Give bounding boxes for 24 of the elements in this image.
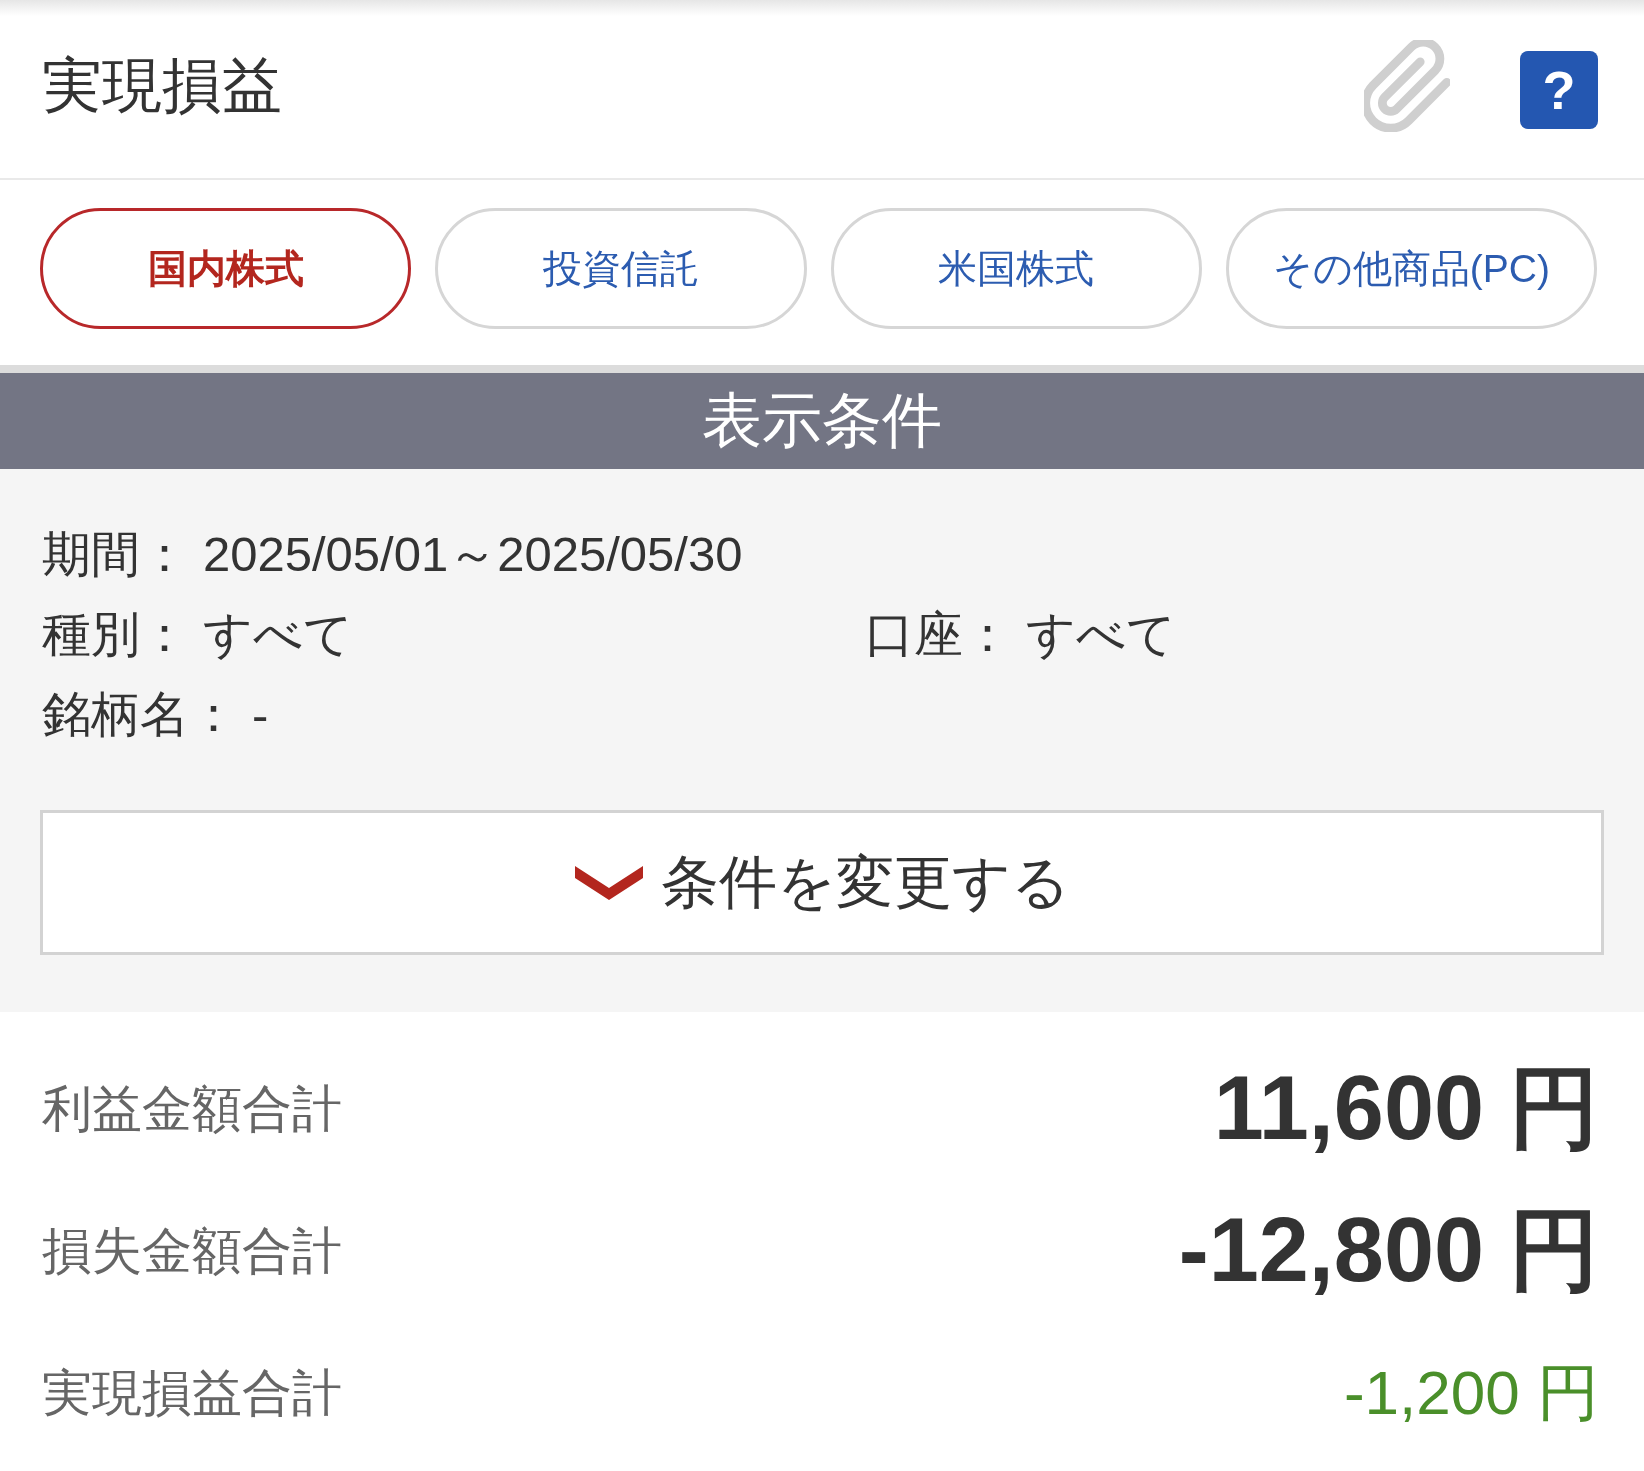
- category-tab[interactable]: 投資信託: [435, 208, 807, 329]
- condition-value: すべて: [1026, 606, 1176, 663]
- paperclip-icon[interactable]: [1364, 40, 1450, 132]
- condition-label: 口座：: [865, 606, 1012, 663]
- total-label: 実現損益合計: [42, 1363, 342, 1423]
- condition-value: すべて: [203, 606, 353, 663]
- condition-label: 銘柄名：: [42, 686, 238, 743]
- condition-value: -: [252, 687, 269, 743]
- total-amount: 11,600 円: [1213, 1057, 1599, 1160]
- category-tab[interactable]: 国内株式: [40, 208, 412, 329]
- condition-label: 期間：: [42, 526, 189, 583]
- category-tab[interactable]: 米国株式: [830, 208, 1202, 329]
- total-label: 損失金額合計: [42, 1221, 342, 1281]
- category-tab[interactable]: その他商品(PC): [1225, 208, 1597, 329]
- total-amount: -12,800 円: [1178, 1199, 1599, 1302]
- chevron-down-icon: [574, 865, 643, 900]
- total-label: 利益金額合計: [42, 1079, 342, 1139]
- help-button[interactable]: ?: [1520, 51, 1598, 129]
- change-conditions-button[interactable]: 条件を変更する: [40, 810, 1604, 955]
- condition-label: 種別：: [42, 606, 189, 663]
- total-amount: -1,200 円: [1343, 1357, 1599, 1429]
- page-title: 実現損益: [42, 51, 283, 121]
- section-header: 表示条件: [0, 373, 1644, 469]
- condition-value: 2025/05/01～2025/05/30: [203, 526, 743, 583]
